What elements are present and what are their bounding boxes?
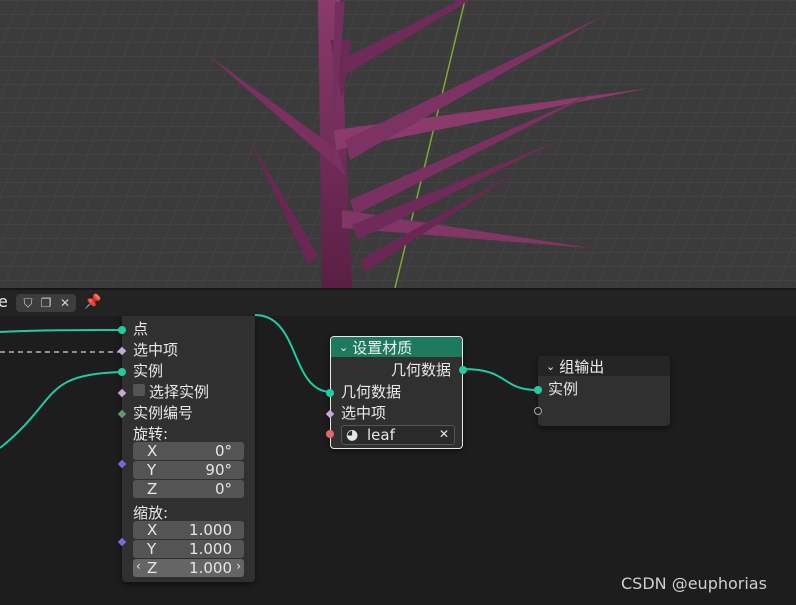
- input-geometry-socket[interactable]: [326, 389, 334, 397]
- scale-x-field[interactable]: X 1.000: [133, 521, 244, 539]
- rotation-label: 旋转:: [133, 425, 169, 443]
- set-material-node[interactable]: ⌄ 设置材质 几何数据 几何数据 选中项 ◕ leaf ✕: [325, 336, 467, 449]
- 3d-viewport[interactable]: [0, 0, 796, 288]
- scale-label: 缩放:: [133, 504, 169, 522]
- empty-socket[interactable]: [534, 407, 542, 415]
- link-geometry-to-material: [254, 314, 331, 393]
- input-selection-label: 选中项: [341, 404, 387, 422]
- rotation-z-axis: Z: [147, 480, 158, 498]
- rotation-y-field[interactable]: Y 90°: [133, 461, 244, 479]
- set-material-header[interactable]: ⌄ 设置材质: [331, 337, 462, 357]
- group-output-node[interactable]: ⌄ 组输出 实例: [534, 356, 670, 426]
- selection-label: 选中项: [133, 341, 179, 359]
- pick-instance-checkbox[interactable]: [133, 384, 145, 396]
- scale-z-field[interactable]: ‹ Z 1.000 ›: [133, 559, 244, 577]
- unlink-material-icon[interactable]: ✕: [439, 427, 449, 441]
- output-geometry-socket[interactable]: [459, 366, 467, 374]
- instance-on-points-node[interactable]: 点 选中项 实例 选择实例 实例编号 旋转: X 0° Y 90° Z 0° 缩…: [117, 316, 255, 582]
- link-material-to-output: [462, 368, 539, 391]
- rotation-x-axis: X: [147, 442, 158, 460]
- rotation-y-value: 90°: [205, 461, 232, 479]
- material-selector[interactable]: ◕ leaf ✕: [341, 425, 455, 445]
- collapse-chevron-icon[interactable]: ⌄: [339, 341, 348, 354]
- group-instance-socket[interactable]: [534, 386, 542, 394]
- collapse-chevron-icon[interactable]: ⌄: [546, 360, 555, 373]
- viewport-canvas: [0, 0, 796, 288]
- group-output-title: 组输出: [559, 357, 605, 376]
- pick-instance-label: 选择实例: [149, 383, 210, 401]
- material-socket[interactable]: [326, 430, 334, 438]
- rotation-z-value: 0°: [214, 480, 232, 498]
- rotation-y-axis: Y: [147, 461, 157, 479]
- scale-y-field[interactable]: Y 1.000: [133, 540, 244, 558]
- material-sphere-icon: ◕: [346, 427, 359, 443]
- points-label: 点: [133, 320, 149, 338]
- scale-y-value: 1.000: [189, 540, 232, 558]
- increment-chevron-icon[interactable]: ›: [236, 559, 241, 573]
- group-instance-label: 实例: [548, 380, 579, 398]
- scale-y-axis: Y: [147, 540, 157, 558]
- scale-x-axis: X: [147, 521, 158, 539]
- rotation-x-value: 0°: [214, 442, 232, 460]
- output-geometry-label: 几何数据: [390, 361, 451, 379]
- group-output-header[interactable]: ⌄ 组输出: [538, 356, 670, 376]
- scale-z-axis: Z: [147, 559, 158, 577]
- instance-index-label: 实例编号: [133, 404, 194, 422]
- link-instance: [0, 371, 123, 449]
- link-points: [0, 329, 123, 333]
- material-name: leaf: [367, 426, 395, 444]
- rotation-z-field[interactable]: Z 0°: [133, 480, 244, 498]
- scale-x-value: 1.000: [189, 521, 232, 539]
- scale-z-value: 1.000: [189, 559, 232, 577]
- instance-socket[interactable]: [118, 368, 126, 376]
- decrement-chevron-icon[interactable]: ‹: [136, 559, 141, 573]
- input-geometry-label: 几何数据: [341, 383, 402, 401]
- set-material-title: 设置材质: [352, 338, 413, 357]
- points-socket[interactable]: [118, 326, 126, 334]
- geometry-node-editor[interactable]: e ⛉ ❐ ✕ 📌 点 选中项 实例 选择实例 实例编号 旋转: X 0°: [0, 288, 796, 605]
- rotation-x-field[interactable]: X 0°: [133, 442, 244, 460]
- watermark: CSDN @euphorias: [621, 574, 767, 593]
- instance-label: 实例: [133, 362, 164, 380]
